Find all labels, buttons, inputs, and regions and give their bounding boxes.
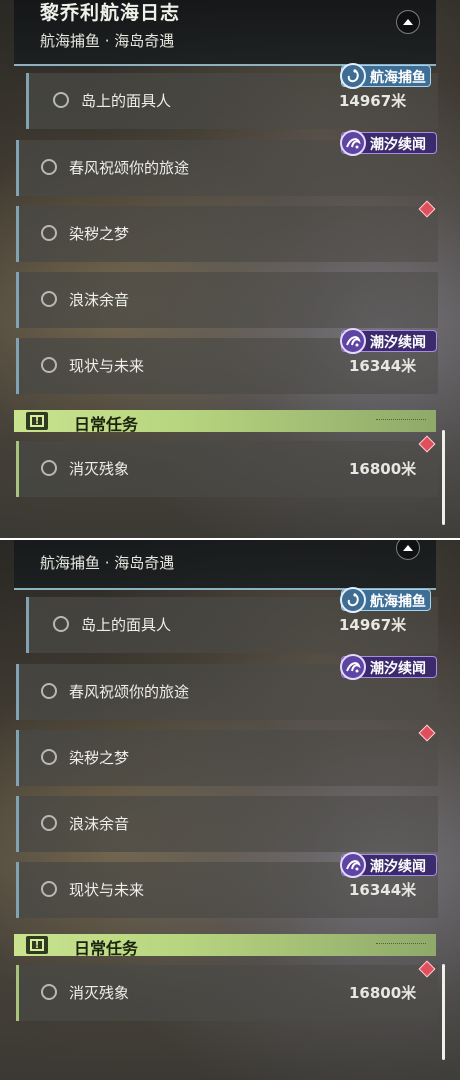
quest-title: 现状与未来: [69, 881, 145, 899]
quest-distance: 16800米: [349, 984, 417, 1002]
tide-tag-label: 潮汐续闻: [370, 137, 426, 153]
radio-unchecked-icon: [41, 159, 57, 175]
radio-unchecked-icon: [53, 92, 69, 108]
radio-unchecked-icon: [41, 815, 57, 831]
quest-panel-top: 黎乔利航海日志 航海捕鱼 · 海岛奇遇 岛上的面具人 14967米 航海捕鱼 春…: [0, 0, 460, 540]
daily-quests-label: 日常任务: [74, 939, 139, 958]
scrollbar[interactable]: [442, 430, 445, 525]
quest-header[interactable]: 航海捕鱼 · 海岛奇遇: [14, 540, 436, 590]
quest-title: 现状与未来: [69, 357, 145, 375]
exclamation-icon: !: [26, 936, 48, 954]
fishing-tag-label: 航海捕鱼: [370, 70, 426, 86]
tide-tag-label: 潮汐续闻: [370, 335, 426, 351]
quest-title: 染秽之梦: [69, 225, 130, 243]
collapse-button[interactable]: [396, 540, 420, 560]
tide-swirl-icon: [340, 328, 366, 354]
radio-unchecked-icon: [41, 225, 57, 241]
exclamation-icon: !: [26, 412, 48, 430]
fishing-hook-icon: [340, 587, 366, 613]
collapse-button[interactable]: [396, 10, 420, 34]
quest-distance: 16344米: [349, 881, 417, 899]
daily-quests-label: 日常任务: [74, 415, 139, 434]
tide-swirl-icon: [340, 130, 366, 156]
quest-title: 春风祝颂你的旅途: [69, 683, 190, 701]
chevron-up-icon: [403, 19, 413, 25]
tide-tag-label: 潮汐续闻: [370, 859, 426, 875]
quest-title: 浪沫余音: [69, 815, 130, 833]
quest-panel-bottom: 航海捕鱼 · 海岛奇遇 岛上的面具人 14967米 航海捕鱼 春风祝颂你的旅途 …: [0, 540, 460, 1080]
quest-header-subtitle: 航海捕鱼 · 海岛奇遇: [40, 554, 175, 572]
quest-title: 岛上的面具人: [81, 92, 172, 110]
quest-row[interactable]: 浪沫余音: [16, 272, 438, 328]
fishing-tag-label: 航海捕鱼: [370, 594, 426, 610]
radio-unchecked-icon: [41, 749, 57, 765]
quest-distance: 16800米: [349, 460, 417, 478]
header-decoration: [376, 943, 426, 947]
tide-swirl-icon: [340, 654, 366, 680]
header-decoration: [376, 419, 426, 423]
radio-unchecked-icon: [41, 683, 57, 699]
scrollbar[interactable]: [442, 964, 445, 1060]
radio-unchecked-icon: [41, 984, 57, 1000]
tide-tag: 潮汐续闻: [340, 328, 437, 354]
quest-header[interactable]: 黎乔利航海日志 航海捕鱼 · 海岛奇遇: [14, 0, 436, 66]
quest-title: 消灭残象: [69, 460, 130, 478]
quest-distance: 16344米: [349, 357, 417, 375]
quest-title: 春风祝颂你的旅途: [69, 159, 190, 177]
chevron-up-icon: [403, 545, 413, 551]
fishing-tag: 航海捕鱼: [340, 63, 431, 89]
radio-unchecked-icon: [41, 881, 57, 897]
fishing-tag: 航海捕鱼: [340, 587, 431, 613]
quest-row[interactable]: 染秽之梦: [16, 730, 438, 786]
quest-title: 染秽之梦: [69, 749, 130, 767]
quest-title: 浪沫余音: [69, 291, 130, 309]
quest-row[interactable]: 浪沫余音: [16, 796, 438, 852]
quest-header-subtitle: 航海捕鱼 · 海岛奇遇: [40, 32, 175, 50]
quest-distance: 14967米: [339, 616, 407, 634]
tide-swirl-icon: [340, 852, 366, 878]
quest-distance: 14967米: [339, 92, 407, 110]
radio-unchecked-icon: [41, 460, 57, 476]
quest-title: 岛上的面具人: [81, 616, 172, 634]
daily-quests-header[interactable]: ! 日常任务: [14, 934, 436, 958]
radio-unchecked-icon: [41, 291, 57, 307]
tide-tag: 潮汐续闻: [340, 654, 437, 680]
tide-tag-label: 潮汐续闻: [370, 661, 426, 677]
tide-tag: 潮汐续闻: [340, 852, 437, 878]
quest-row[interactable]: 染秽之梦: [16, 206, 438, 262]
daily-quests-header[interactable]: ! 日常任务: [14, 410, 436, 434]
radio-unchecked-icon: [41, 357, 57, 373]
radio-unchecked-icon: [53, 616, 69, 632]
tide-tag: 潮汐续闻: [340, 130, 437, 156]
fishing-hook-icon: [340, 63, 366, 89]
quest-title: 消灭残象: [69, 984, 130, 1002]
quest-row[interactable]: 消灭残象 16800米: [16, 441, 438, 497]
quest-row[interactable]: 消灭残象 16800米: [16, 965, 438, 1021]
quest-header-title: 黎乔利航海日志: [40, 2, 181, 24]
